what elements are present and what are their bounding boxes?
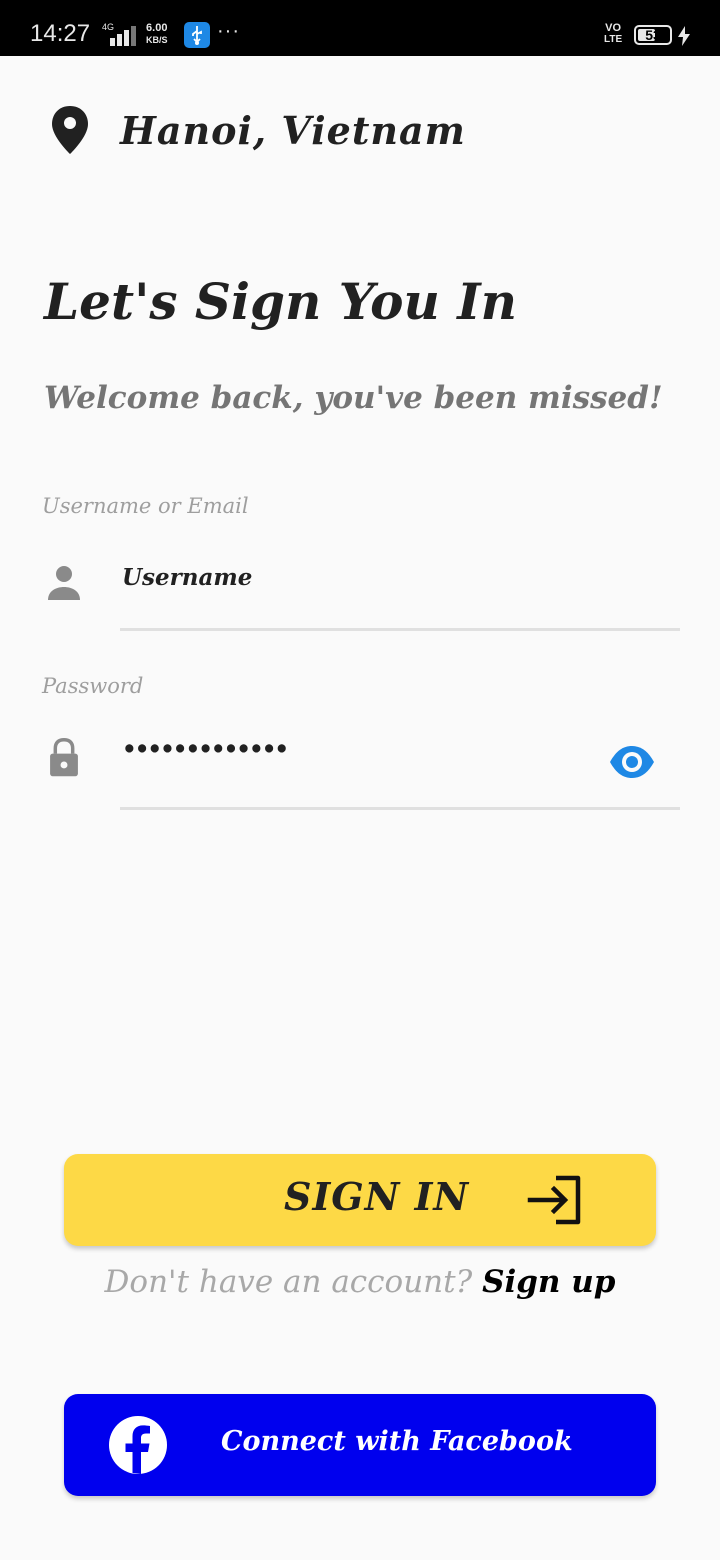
status-bar: 14:27 4G 6.00 KB/S ··· VO LTE 53: [0, 0, 720, 56]
status-time: 14:27: [30, 20, 91, 47]
password-underline: [120, 807, 680, 810]
signup-prompt: Don't have an account?: [104, 1264, 473, 1300]
volte-indicator: VO LTE: [604, 22, 623, 46]
login-icon: [527, 1175, 581, 1225]
location-pin-icon: [52, 106, 88, 154]
page-subtitle: Welcome back, you've been missed!: [44, 380, 663, 416]
username-input[interactable]: Username: [122, 564, 252, 591]
network-speed: 6.00 KB/S: [146, 22, 168, 46]
battery-icon: 53: [634, 25, 672, 45]
password-label: Password: [42, 674, 144, 698]
location-header: Hanoi, Vietnam: [50, 100, 466, 160]
page-title: Let's Sign You In: [44, 272, 517, 331]
sign-up-link[interactable]: Sign up: [482, 1264, 615, 1300]
volte-bottom: LTE: [604, 34, 623, 45]
usb-icon: [184, 22, 210, 48]
username-label: Username or Email: [42, 494, 249, 518]
battery-level: 53: [645, 27, 661, 43]
location-city: Hanoi, Vietnam: [120, 107, 466, 153]
charging-icon: [678, 26, 690, 46]
facebook-label: Connect with Facebook: [221, 1426, 573, 1457]
speed-value: 6.00: [146, 22, 168, 34]
username-underline: [120, 628, 680, 631]
signal-icon: [110, 26, 136, 46]
more-notifications-icon: ···: [217, 20, 240, 42]
sign-in-button[interactable]: SIGN IN: [64, 1154, 656, 1246]
signup-row: Don't have an account? Sign up: [0, 1264, 720, 1300]
password-input[interactable]: •••••••••••••: [122, 736, 289, 763]
speed-unit: KB/S: [146, 35, 168, 45]
facebook-icon: [109, 1416, 167, 1474]
lock-icon: [50, 738, 78, 777]
eye-icon[interactable]: [608, 740, 656, 784]
person-icon: [48, 566, 80, 600]
sign-in-label: SIGN IN: [284, 1174, 470, 1219]
volte-top: VO: [605, 22, 622, 34]
facebook-connect-button[interactable]: Connect with Facebook: [64, 1394, 656, 1496]
